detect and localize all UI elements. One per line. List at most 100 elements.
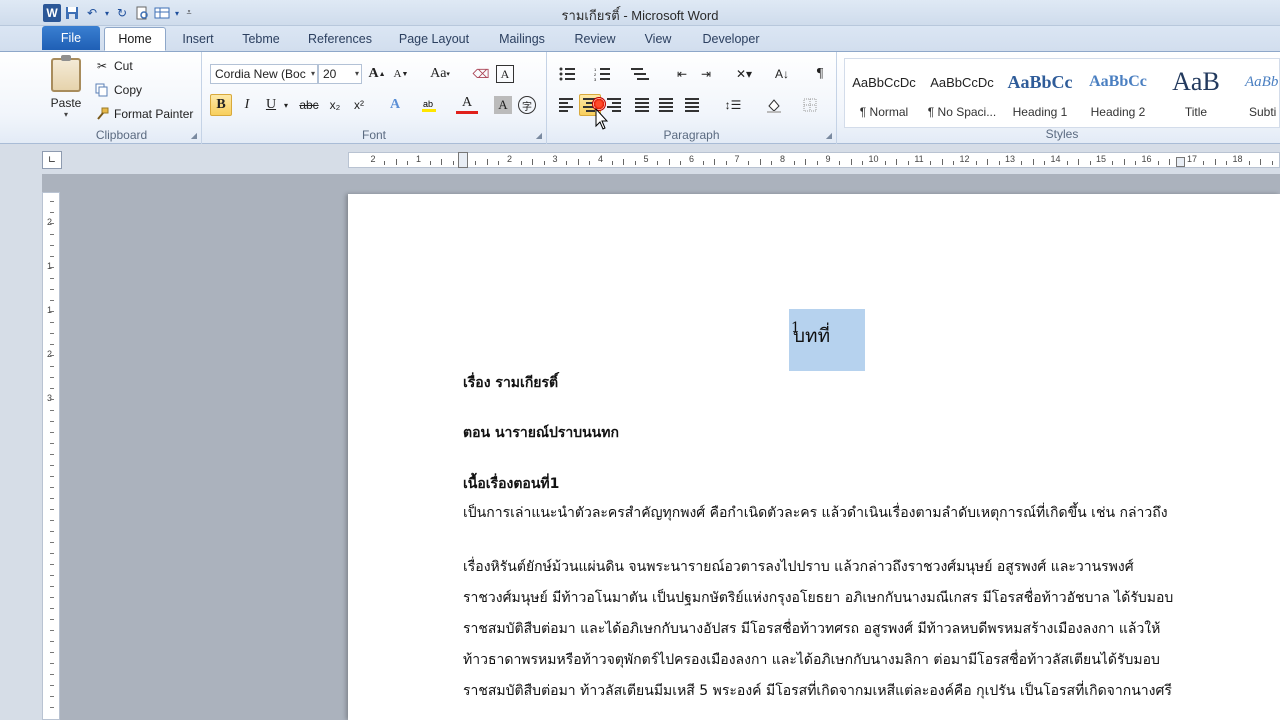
chapter-word: บทที่ [793,325,831,347]
italic-button[interactable]: I [236,94,258,116]
tab-mailings[interactable]: Mailings [488,27,556,50]
ruler-tick [816,161,818,165]
paste-button[interactable]: Paste ▾ [46,55,86,126]
ruler-tick [1271,161,1273,165]
increase-indent-button[interactable]: ⇥ [695,63,717,85]
thai-distributed-button[interactable] [681,94,703,116]
ruler-tick [1157,161,1159,165]
tab-developer[interactable]: Developer [694,27,768,50]
paragraph-1: เป็นการเล่าแนะนำตัวละครสำคัญทุกพงศ์ คือก… [463,505,1168,521]
subscript-button[interactable]: x₂ [324,94,346,116]
ruler-tick [1248,161,1250,165]
change-case-button[interactable]: Aa ▾ [426,63,454,85]
align-left-button[interactable] [555,94,577,116]
vruler-number: 2 [47,217,53,227]
tab-tebme[interactable]: Tebme [234,27,288,50]
style-subtitle[interactable]: AaBb Subti [1235,59,1280,127]
borders-button[interactable] [797,94,823,116]
ruler-tick [1169,159,1171,165]
clipboard-launcher-icon[interactable]: ◢ [191,131,197,140]
decrease-indent-button[interactable]: ⇤ [671,63,693,85]
show-hide-marks-button[interactable]: ¶ [809,63,831,85]
copy-icon [94,82,110,98]
shading-button[interactable] [761,94,787,116]
style-heading-2[interactable]: AaBbCc Heading 2 [1079,59,1157,127]
format-painter-button[interactable]: Format Painter [94,104,193,124]
tab-references[interactable]: References [300,27,380,50]
style-no-spacing[interactable]: AaBbCcDc ¶ No Spaci... [923,59,1001,127]
ruler-tick [702,161,704,165]
grow-font-button[interactable]: A ▲ [366,63,388,85]
paragraph-2-line-2: ราชวงศ์มนุษย์ มีท้าวอโนมาตัน เป็นปฐมกษัต… [463,590,1174,606]
bold-button[interactable]: B [210,94,232,116]
strikethrough-button[interactable]: abc [298,94,320,116]
tab-insert[interactable]: Insert [172,27,224,50]
mouse-cursor-icon [595,108,609,130]
style-title[interactable]: AaB Title [1157,59,1235,127]
distributed-button[interactable] [655,94,677,116]
ruler-tick [611,161,613,165]
font-size-box[interactable]: 20 ▾ [318,64,362,84]
vruler-tick [50,674,54,675]
vertical-ruler[interactable]: 2 1 1 2 3 [42,192,60,720]
chapter-heading-selection[interactable]: บทที่ 1 [789,309,865,371]
character-shading-button[interactable]: A [494,96,512,114]
style-subtitle-sample: AaBb [1245,73,1279,90]
paste-dropdown-icon: ▾ [63,110,68,119]
style-normal[interactable]: AaBbCcDc ¶ Normal [845,59,923,127]
story-title-line: เรื่อง รามเกียรติ์ [463,375,559,391]
right-indent-marker[interactable] [1176,157,1185,167]
ruler-tick [987,159,989,165]
font-name-box[interactable]: Cordia New (Boc ▾ [210,64,318,84]
numbering-button[interactable]: 123 [589,63,619,85]
highlight-button[interactable]: ab [418,94,440,116]
grow-font-icon: A [368,66,379,81]
enclose-characters-icon[interactable]: 字 [518,96,536,114]
ruler-number: 4 [597,154,604,164]
ruler-tick [953,161,955,165]
tab-page-layout[interactable]: Page Layout [392,27,476,50]
tab-file[interactable]: File [42,26,100,50]
vruler-tick [50,597,54,598]
cut-button[interactable]: ✂ Cut [94,56,133,76]
sort-button[interactable]: A↓ [771,63,793,85]
ruler-number: 5 [643,154,649,164]
asian-layout-button[interactable]: ✕▾ [731,63,757,85]
tab-view[interactable]: View [634,27,682,50]
character-border-icon[interactable]: A [496,65,514,83]
tab-home[interactable]: Home [104,27,166,51]
ruler-number: 3 [552,154,558,164]
horizontal-ruler[interactable]: 21123456789101112131415161718 [348,152,1280,168]
underline-button[interactable]: U [260,94,282,116]
font-name-value: Cordia New (Boc [215,67,306,81]
clear-formatting-icon[interactable]: ⌫ [470,63,492,85]
paragraph-launcher-icon[interactable]: ◢ [826,131,832,140]
superscript-button[interactable]: x² [348,94,370,116]
style-heading-1[interactable]: AaBbCc Heading 1 [1001,59,1079,127]
indent-marker[interactable] [458,152,468,168]
ruler-tick [714,159,716,165]
tab-selector-icon[interactable]: ∟ [42,151,62,169]
text-effects-button[interactable]: A [384,94,406,116]
multilevel-list-button[interactable] [625,63,655,85]
line-spacing-button[interactable]: ↕☰ [719,94,747,116]
justify-button[interactable] [631,94,653,116]
shrink-font-button[interactable]: A ▼ [390,63,412,85]
font-launcher-icon[interactable]: ◢ [536,131,542,140]
svg-text:3: 3 [594,77,597,81]
clipboard-group: Paste ▾ ✂ Cut Copy Format Painter Clipbo… [42,52,202,144]
font-size-dropdown-icon[interactable]: ▾ [355,69,359,78]
cut-label: Cut [114,59,133,73]
underline-dropdown-icon[interactable]: ▾ [280,94,292,116]
ruler-tick [998,161,1000,165]
vruler-tick [50,245,54,246]
vruler-tick [50,256,54,257]
copy-button[interactable]: Copy [94,80,142,100]
font-color-button[interactable]: A [456,94,478,114]
vruler-tick [50,388,54,389]
style-title-label: Title [1184,105,1208,119]
tab-review[interactable]: Review [566,27,624,50]
font-name-dropdown-icon[interactable]: ▾ [311,69,315,78]
bullets-button[interactable] [555,63,583,85]
document-page[interactable]: บทที่ 1 เรื่อง รามเกียรติ์ ตอน นารายณ์ปร… [348,194,1280,720]
